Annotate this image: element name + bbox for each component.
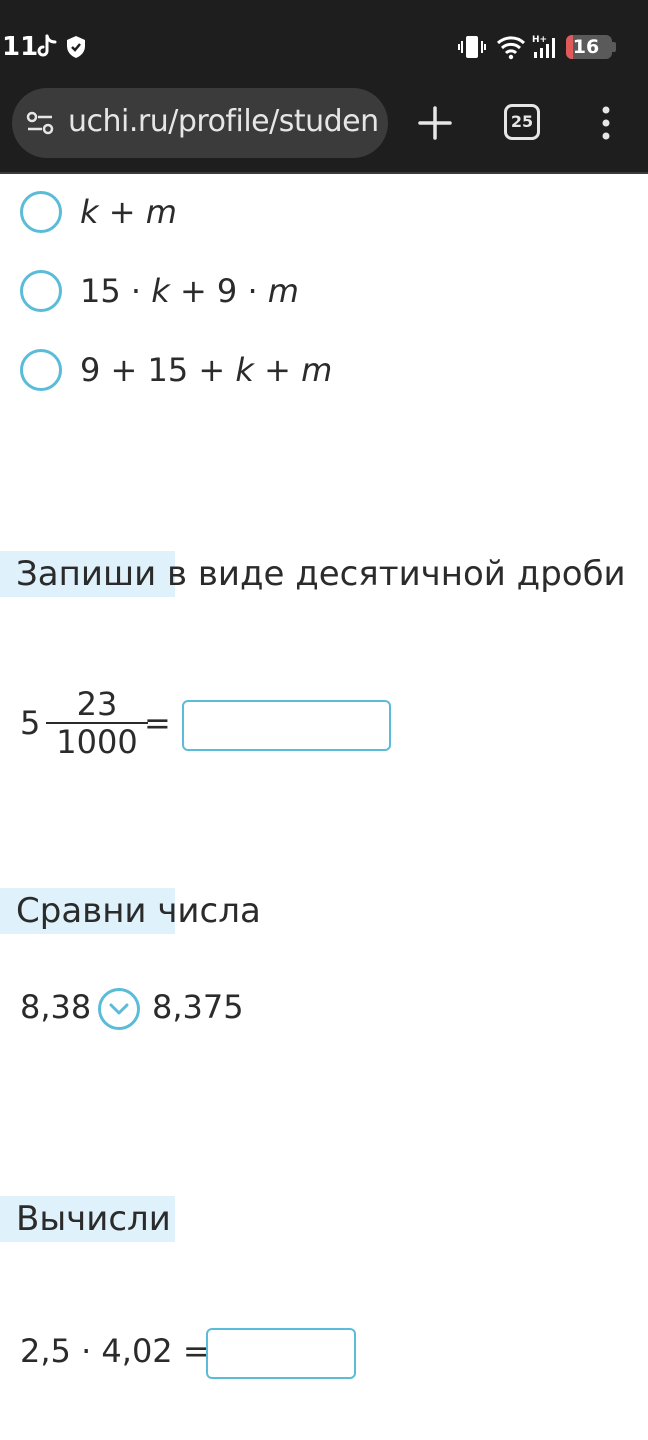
- variable: k: [80, 193, 99, 231]
- url-text[interactable]: uchi.ru/profile/studen: [68, 104, 379, 139]
- mixed-number-whole: 5: [20, 704, 41, 742]
- fraction: 23 1000: [46, 686, 148, 760]
- tab-count: 25: [510, 112, 534, 131]
- expression-text: +: [98, 193, 146, 231]
- wifi-icon: [496, 36, 526, 60]
- decimal-answer-input[interactable]: [182, 700, 391, 751]
- variable: m: [267, 272, 299, 310]
- heading-text: Сравни числа: [16, 891, 261, 931]
- status-bar: 11 H+ 16: [0, 0, 648, 88]
- browser-toolbar: uchi.ru/profile/studen 25: [0, 88, 648, 174]
- variable: k: [151, 272, 170, 310]
- plus-icon[interactable]: [414, 102, 456, 144]
- battery-icon: 16: [566, 35, 612, 59]
- compare-right-number: 8,375: [152, 988, 244, 1026]
- tabs-icon[interactable]: 25: [504, 104, 540, 140]
- radio-button[interactable]: [20, 349, 62, 391]
- more-vert-icon[interactable]: [592, 102, 620, 144]
- vibrate-icon: [458, 36, 486, 58]
- shield-icon: [67, 36, 85, 58]
- equals-sign: =: [144, 704, 171, 742]
- tiktok-icon: [37, 34, 57, 57]
- task-heading-calc: Вычисли: [0, 1196, 175, 1242]
- radio-button[interactable]: [20, 270, 62, 312]
- radio-button[interactable]: [20, 191, 62, 233]
- expression-text: +: [253, 351, 302, 389]
- option-label: 9 + 15 + k + m: [80, 349, 332, 391]
- heading-text: Вычисли: [16, 1199, 171, 1239]
- expression-text: 9 + 15 +: [80, 351, 236, 389]
- compare-sign-dropdown[interactable]: [98, 988, 140, 1030]
- status-time: 11: [2, 32, 39, 62]
- calc-answer-input[interactable]: [206, 1328, 356, 1379]
- svg-text:H+: H+: [532, 35, 547, 45]
- variable: m: [301, 351, 333, 389]
- task-heading-compare: Сравни числа: [0, 888, 261, 934]
- variable: m: [145, 193, 177, 231]
- heading-text: Запиши в виде десятичной дроби: [16, 554, 626, 594]
- battery-level: 16: [572, 36, 600, 58]
- fraction-denominator: 1000: [56, 723, 138, 761]
- address-bar[interactable]: uchi.ru/profile/studen: [12, 88, 388, 158]
- chevron-down-icon: [109, 1003, 129, 1015]
- expression-text: 15 ·: [80, 272, 152, 310]
- site-settings-icon[interactable]: [26, 110, 54, 136]
- battery-nub: [612, 42, 616, 52]
- task-heading-decimal: Запиши в виде десятичной дроби: [0, 551, 626, 597]
- calc-expression: 2,5 · 4,02 =: [20, 1332, 210, 1370]
- signal-icon: H+: [532, 35, 555, 58]
- compare-left-number: 8,38: [20, 988, 92, 1026]
- expression-text: + 9 ·: [169, 272, 268, 310]
- variable: k: [235, 351, 254, 389]
- fraction-numerator: 23: [76, 685, 118, 723]
- option-label: k + m: [80, 191, 177, 233]
- option-label: 15 · k + 9 · m: [80, 270, 299, 312]
